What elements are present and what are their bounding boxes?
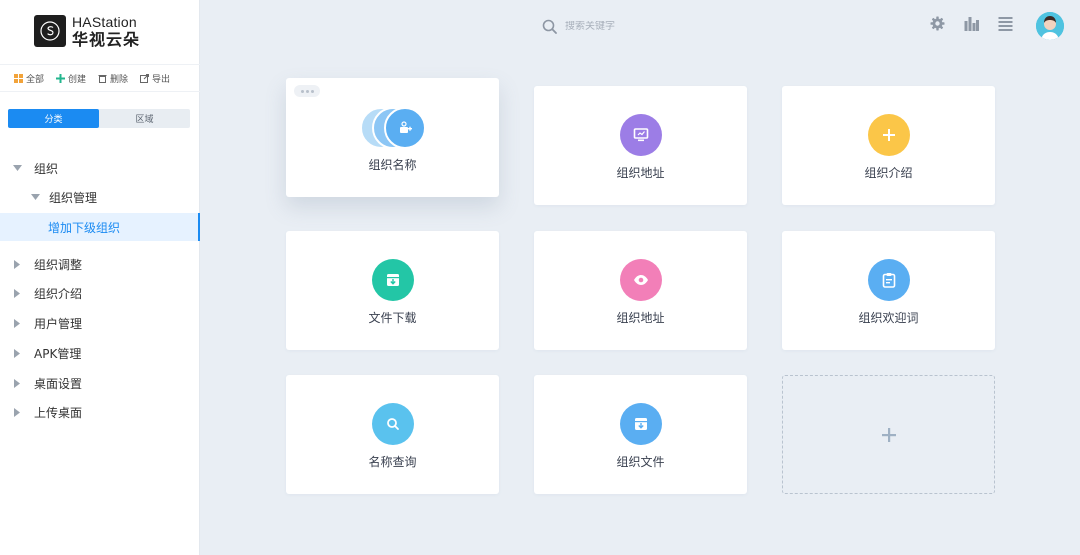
caret-down-icon	[12, 165, 22, 171]
tree-item-org-adjust[interactable]: 组织调整	[0, 250, 200, 278]
brand-name-cn: 华视云朵	[72, 29, 141, 49]
tree-item-apk-manage[interactable]: APK管理	[0, 339, 200, 367]
people-stack-icon	[360, 107, 426, 149]
add-card-button[interactable]	[782, 375, 995, 494]
card-name-search[interactable]: 名称查询	[286, 375, 499, 494]
tree-item-label: 增加下级组织	[48, 220, 121, 235]
card-label: 组织文件	[616, 455, 665, 469]
export-button[interactable]: 导出	[140, 72, 170, 85]
tree-item-label: 用户管理	[34, 316, 83, 331]
clipboard-icon	[867, 259, 910, 301]
caret-right-icon	[12, 288, 22, 298]
card-org-files[interactable]: 组织文件	[534, 375, 747, 494]
caret-right-icon	[12, 318, 22, 328]
card-label: 名称查询	[368, 455, 417, 469]
grid-icon	[14, 73, 23, 83]
tree-item-label: 上传桌面	[34, 405, 83, 420]
gear-icon[interactable]	[930, 16, 945, 31]
caret-right-icon	[12, 407, 22, 417]
search-bar	[542, 16, 685, 36]
card-org-address[interactable]: 组织地址	[534, 86, 747, 205]
card-label: 组织欢迎词	[858, 311, 919, 325]
delete-button[interactable]: 删除	[98, 72, 128, 85]
plus-icon	[867, 114, 910, 156]
delete-label: 删除	[110, 74, 129, 85]
tree-item-label: 组织调整	[34, 257, 83, 272]
tree-item-label: 组织介绍	[34, 286, 83, 301]
plus-icon	[881, 427, 896, 442]
brand-logo[interactable]: HAStation 华视云朵	[34, 13, 140, 49]
trash-icon	[98, 74, 107, 83]
tree-item-label: 组织管理	[49, 190, 98, 205]
tree-item-upload-desktop[interactable]: 上传桌面	[0, 398, 200, 426]
tree-item-org-manage[interactable]: 组织管理	[0, 183, 200, 211]
card-label: 组织介绍	[864, 166, 913, 180]
menu-icon[interactable]	[998, 16, 1013, 31]
card-org-welcome[interactable]: 组织欢迎词	[782, 231, 995, 350]
monitor-icon	[619, 114, 662, 156]
eye-icon	[619, 259, 662, 301]
all-button[interactable]: 全部	[14, 72, 44, 85]
logo-mark-icon	[34, 15, 66, 47]
bar-chart-icon[interactable]	[964, 16, 979, 31]
create-button[interactable]: 创建	[56, 72, 86, 85]
card-label: 组织地址	[616, 166, 665, 180]
all-label: 全部	[26, 74, 45, 85]
tree-item-org[interactable]: 组织	[0, 154, 200, 182]
export-icon	[140, 73, 150, 83]
tree-item-label: APK管理	[34, 346, 82, 361]
avatar-icon	[1036, 12, 1064, 40]
card-label: 文件下载	[368, 311, 417, 325]
caret-right-icon	[12, 259, 22, 269]
plus-icon	[56, 73, 66, 83]
caret-down-icon	[30, 194, 40, 200]
card-org-intro[interactable]: 组织介绍	[782, 86, 995, 205]
card-label: 组织地址	[616, 311, 665, 325]
user-avatar[interactable]	[1036, 12, 1064, 40]
caret-right-icon	[12, 348, 22, 358]
view-segment-control: 分类 区域	[8, 109, 190, 128]
tab-region[interactable]: 区域	[99, 109, 190, 128]
sidebar-toolbar: 全部 创建 删除 导出	[0, 64, 200, 92]
search-input[interactable]	[565, 20, 685, 32]
export-label: 导出	[152, 74, 171, 85]
caret-right-icon	[12, 378, 22, 388]
search-icon	[542, 19, 557, 34]
tree-item-desktop-settings[interactable]: 桌面设置	[0, 369, 200, 397]
card-org-address-view[interactable]: 组织地址	[534, 231, 747, 350]
download-icon	[371, 259, 414, 301]
tree-item-label: 桌面设置	[34, 376, 83, 391]
sidebar: HAStation 华视云朵 全部 创建 删除 导出 分类 区域 组织 组织管理…	[0, 0, 200, 555]
brand-name-en: HAStation	[72, 13, 137, 30]
card-org-name[interactable]: 组织名称	[286, 78, 499, 197]
create-label: 创建	[68, 74, 87, 85]
tree-item-user-manage[interactable]: 用户管理	[0, 309, 200, 337]
file-icon	[619, 403, 662, 445]
card-file-download[interactable]: 文件下载	[286, 231, 499, 350]
tree-item-org-intro[interactable]: 组织介绍	[0, 279, 200, 307]
search-icon	[371, 403, 414, 445]
tab-category[interactable]: 分类	[8, 109, 99, 128]
tree-item-label: 组织	[34, 161, 59, 176]
card-label: 组织名称	[368, 158, 417, 172]
more-options-icon[interactable]	[294, 85, 320, 97]
tree-item-add-sub-org[interactable]: 增加下级组织	[0, 213, 200, 241]
